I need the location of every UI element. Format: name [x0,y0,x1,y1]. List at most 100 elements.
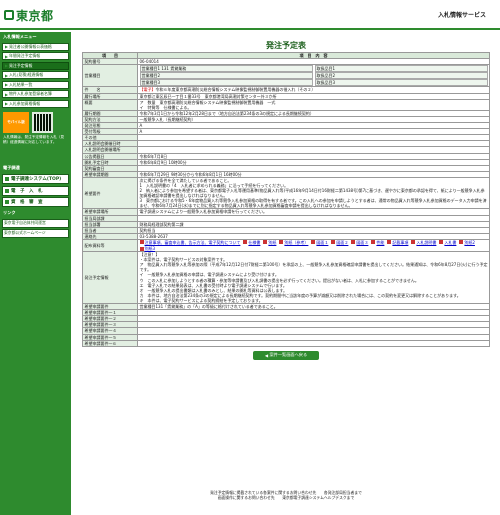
footer: 発注予定情報に掲載されている各案件に関するお問い合わせ先 各発注部局担当者まで … [82,490,490,500]
sidebar-menu-label: 電 子 入 札 [11,188,43,194]
document-link[interactable]: 性能 [371,240,384,245]
document-label: 図面３ [356,239,369,245]
file-icon [263,240,268,245]
document-link[interactable]: 別紙2 [459,240,475,245]
arrow-icon: ▶ [5,63,8,68]
gaiyo-line: イ 特質等 仕様書による。 [139,104,192,110]
document-label: 別紙（参考） [284,239,309,245]
document-link[interactable]: 図面３ [351,240,368,245]
mobile-label[interactable]: モバイル版 [3,111,29,133]
sidebar-nav-label: 入札(見積)経過情報 [9,72,44,77]
row-label: 営業種目 [82,64,138,88]
detail-table: 項 目 項 目 内 容 契約番号 06-04014 営業種目 営業種目1 131… [82,51,490,347]
mobile-text: 入札情報は、発注予定情報を入札（見積）経過情報に対応しています。 [3,134,65,144]
main-content: 発注予定表 項 目 項 目 内 容 契約番号 06-04014 営業種目 営業種… [82,32,490,360]
qr-code-icon [32,111,53,133]
arrow-icon: ▶ [5,82,8,87]
sidebar-nav-item[interactable]: ▶ 発注予定情報 [2,61,69,70]
sidebar-nav-item[interactable]: ▶ 入札参加資格情報 [2,99,69,108]
arrow-icon: ▶ [5,53,8,59]
sidebar-nav-item[interactable]: ▶ 発注者公開情報公表価格 [2,42,69,51]
row-value [137,339,490,347]
document-link[interactable]: 別紙3 [139,246,156,251]
document-label: 図面２ [336,239,349,245]
row-label: 希望申請要件一６ [82,339,138,347]
sidebar-nav-item[interactable]: ▶ 入札結果一覧 [2,80,69,89]
arrow-icon: ▶ [5,91,8,97]
file-icon [459,240,464,245]
document-link[interactable]: 注意事項、審査申込書、告示方法、電子契約について [139,240,240,245]
sidebar-menu-item[interactable]: 電 子 入 札 [2,185,69,196]
footer-line: 画面操作に関するお問い合わせ先 東京都電子調達システムヘルプデスクまで [217,495,355,500]
document-link[interactable]: 仕様書 [243,240,260,245]
kibou-line: 3 東京都における令和5・6年度物品買入れ等競争入札参加資格の取得を有する者です… [139,198,487,209]
sidebar-nav-item[interactable]: ▶ 物件入札参加登録者名簿 [2,90,69,98]
document-link[interactable]: 入札説明書 [411,240,436,245]
row-label: 希望要件 [82,176,138,210]
document-label: 別紙3 [144,246,156,251]
kenmei-text: 令和６年度東京都高潮防災総合情報システム映像監視制御装置用機器の借入れ（その２） [155,87,316,93]
eigyo-detail: 取扱品目1 [314,65,488,73]
row-kibou: 希望要件 次に掲げる条件を全て満たしている者であること。 1 入札説明書の「4 … [82,176,490,210]
row-value: 営業種目1 131 賃貸業務 取扱品目1 営業種目2 取扱品目2 営業種目3 取扱品目… [137,64,490,88]
document-label: 入札説明書 [416,239,437,245]
yotei-line: キ 本件は、電子契約サービスによる契約締結を予定しております。 [139,297,263,303]
back-to-list-button[interactable]: ◀ 案件一覧画面へ戻る [253,350,319,360]
back-label: 案件一覧画面へ戻る [269,352,308,358]
row-label: 発注予定情報 [82,251,138,305]
tokyo-logo[interactable]: 東京都 [4,8,54,23]
square-icon [5,188,9,193]
sidebar-link[interactable]: 東京電子自治体共同運営 [2,218,69,228]
document-link[interactable]: 別紙（参考） [279,240,308,245]
row-label: 概要 [82,98,138,111]
document-label: 性能 [376,239,385,245]
row-label: 配布資料等 [82,238,138,253]
file-icon [243,240,248,245]
sidebar: 入札情報メニュー ▶ 発注者公開情報公表価格 ▶ 年間発注予定情報 ▶ 発注予定情報 ▶ 入札… [0,32,71,515]
row-value: ア 数量 東京都高潮防災総合情報システム映像監視制御装置用機器 一式 イ 特質等… [137,98,490,111]
eigyo-item: 営業種目1 131 賃貸業務 [139,65,313,73]
logo-mark-icon [4,10,14,20]
document-link[interactable]: 図面１ [311,240,328,245]
logo-text: 東京都 [16,8,54,23]
sidebar-heading-links: リンク [3,210,16,215]
file-icon [139,246,144,251]
row-docs: 配布資料等 注意事項、審査申込書、告示方法、電子契約について 仕様書 別紙 別紙（参考… [82,238,490,253]
sidebar-nav-label: 入札参加資格情報 [9,100,41,106]
sidebar-menu-label: 電子調達システム(TOP) [11,177,62,182]
arrow-icon: ▶ [5,44,8,49]
document-list: 注意事項、審査申込書、告示方法、電子契約について 仕様書 別紙 別紙（参考） 図面１ 図面… [139,240,488,251]
page-title: 発注予定表 [266,41,306,50]
yotei-line: ア 物品買入れ等競争入札等参加の際（平成7年12月12日付7財経二第100号）を… [139,262,488,273]
sidebar-nav-label: 年間発注予定情報 [9,53,41,58]
sidebar-menu-item[interactable]: 資 格 審 査 [2,197,69,207]
system-title: 入札情報サービス [437,12,486,19]
kibou-line: 2 納入者により参加を希望する者は、東京都電子入札等運用基準(物品買入れ等)平成… [139,188,485,199]
file-icon [411,240,416,245]
sidebar-nav-label: 発注者公開情報公表価格 [9,43,52,49]
sidebar-link[interactable]: 東京都公式ホームページ [2,228,69,238]
document-label: 仕様書 [248,239,261,245]
document-link[interactable]: 記載事項 [387,240,408,245]
document-label: 入札書 [444,239,457,245]
file-icon [139,240,144,245]
square-icon [5,177,9,181]
sidebar-nav: ▶ 発注者公開情報公表価格 ▶ 年間発注予定情報 ▶ 発注予定情報 ▶ 入札(見積)経過情報 ▶… [0,42,71,108]
arrow-icon: ▶ [5,101,8,106]
sidebar-menu: 電子調達システム(TOP) 電 子 入 札資 格 審 査 [0,174,71,207]
file-icon [387,240,392,245]
file-icon [279,240,284,245]
electronic-tag: 【電子】 [139,87,156,93]
document-link[interactable]: 入札書 [439,240,456,245]
sidebar-nav-label: 入札結果一覧 [9,81,33,87]
document-link[interactable]: 別紙 [263,240,276,245]
eigyo-detail: 取扱品目3 [314,79,488,87]
sidebar-nav-item[interactable]: ▶ 入札(見積)経過情報 [2,71,69,79]
sidebar-nav-item[interactable]: ▶ 年間発注予定情報 [2,52,69,60]
sidebar-nav-label: 発注予定情報 [9,62,33,68]
document-link[interactable]: 図面２ [331,240,348,245]
sidebar-heading-procurement: 電子調達 [3,165,20,170]
file-icon [311,240,316,245]
sidebar-menu-item[interactable]: 電子調達システム(TOP) [2,174,69,184]
eigyo-item: 営業種目3 [139,79,313,87]
